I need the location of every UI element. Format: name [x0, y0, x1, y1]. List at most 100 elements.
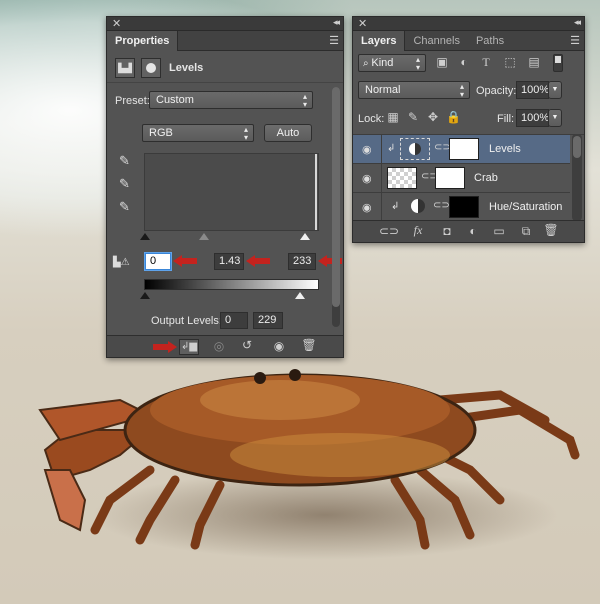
dropdown-arrows-icon: ▴ ▾: [415, 55, 420, 72]
annotation-arrow-icon: [153, 341, 177, 353]
auto-button[interactable]: Auto: [264, 124, 312, 142]
channel-dropdown[interactable]: RGB ▴ ▾: [142, 124, 254, 142]
white-point-eyedropper-icon[interactable]: ✎: [119, 199, 130, 215]
gray-point-eyedropper-icon[interactable]: ✎: [119, 176, 130, 192]
pixel-filter-icon[interactable]: ▣: [433, 55, 451, 69]
tab-channels[interactable]: Channels: [405, 31, 467, 51]
dropdown-arrows-icon: ▴ ▾: [302, 92, 307, 109]
fill-dropdown-button[interactable]: ▼: [548, 109, 562, 127]
properties-bottom-bar: ↲▆ ◎ ↺ ◉ 🗑: [107, 335, 343, 357]
clip-arrow-icon: ↲: [391, 201, 400, 212]
gamma-input-slider[interactable]: [199, 233, 209, 240]
panel-menu-icon[interactable]: ☰: [570, 34, 580, 47]
properties-scrollbar[interactable]: [332, 87, 340, 327]
clip-arrow-icon: ↲: [387, 143, 396, 154]
smart-object-filter-icon[interactable]: ▤: [525, 55, 543, 69]
fill-field[interactable]: 100%: [516, 109, 549, 127]
preset-label: Preset:: [115, 95, 150, 107]
eye-separator: [381, 164, 382, 192]
opacity-field[interactable]: 100%: [516, 81, 549, 99]
filter-toggle-icon[interactable]: [553, 54, 563, 72]
lock-all-icon[interactable]: 🔒: [446, 110, 461, 124]
reset-icon[interactable]: ↺: [237, 338, 257, 352]
levels-adjustment-icon: ▙▟: [115, 58, 135, 78]
adjustment-thumbnail[interactable]: [400, 138, 430, 160]
blend-mode-dropdown[interactable]: Normal ▴ ▾: [358, 81, 470, 99]
lock-position-icon[interactable]: ✥: [426, 110, 440, 124]
channel-value: RGB: [149, 127, 173, 139]
fx-icon[interactable]: fx: [408, 223, 428, 238]
lock-transparent-icon[interactable]: ▦: [386, 110, 400, 124]
layer-row-levels[interactable]: ◉ ↲ ⊂⊃ Levels: [353, 135, 570, 164]
new-adjustment-icon[interactable]: ◐: [463, 224, 483, 238]
tab-properties[interactable]: Properties: [107, 31, 179, 51]
layer-row-crab[interactable]: ◉ ⊂⊃ Crab: [353, 164, 570, 193]
visibility-eye-icon[interactable]: ◉: [362, 143, 372, 156]
opacity-dropdown-button[interactable]: ▼: [548, 81, 562, 99]
trash-icon[interactable]: 🗑: [299, 338, 319, 352]
filter-kind-dropdown[interactable]: ⌕ Kind ▴ ▾: [358, 54, 426, 72]
trash-icon[interactable]: 🗑: [541, 223, 561, 237]
properties-tabs: Properties ☰: [107, 31, 343, 51]
visibility-eye-icon[interactable]: ◉: [362, 201, 372, 214]
close-icon[interactable]: ✕: [358, 17, 367, 30]
eye-separator: [381, 135, 382, 163]
view-previous-state-icon[interactable]: ◎: [209, 339, 229, 353]
layer-mask-thumbnail[interactable]: [435, 167, 465, 189]
visibility-eye-icon[interactable]: ◉: [362, 172, 372, 185]
layers-scrollbar[interactable]: [572, 134, 582, 221]
input-black-field[interactable]: 0: [145, 253, 171, 270]
preset-dropdown[interactable]: Custom ▴ ▾: [149, 91, 313, 109]
layer-mask-thumbnail[interactable]: [449, 138, 479, 160]
link-icon[interactable]: ⊂⊃: [433, 200, 450, 211]
properties-panel: ✕ ◂◂ Properties ☰ ▙▟ Levels Preset: Cust…: [106, 16, 344, 358]
panel-menu-icon[interactable]: ☰: [329, 34, 339, 47]
black-output-slider[interactable]: [140, 292, 150, 299]
histogram: [144, 153, 319, 231]
add-mask-icon[interactable]: ◘: [437, 224, 457, 238]
layer-list: ◉ ↲ ⊂⊃ Levels ◉ ⊂⊃ Crab ◉ ↲ ⊂⊃ Hue/Satur…: [353, 134, 584, 222]
layer-name[interactable]: Hue/Saturation: [489, 201, 562, 213]
output-slider-track[interactable]: [140, 292, 319, 299]
layer-mask-thumbnail[interactable]: [449, 196, 479, 218]
clip-to-layer-icon[interactable]: ↲▆: [179, 339, 199, 355]
black-point-eyedropper-icon[interactable]: ✎: [119, 153, 130, 169]
clipping-warning-icon[interactable]: ▙⚠: [113, 257, 130, 268]
dropdown-arrows-icon: ▴ ▾: [459, 82, 464, 99]
shape-filter-icon[interactable]: ⬚: [501, 55, 519, 69]
black-input-slider[interactable]: [140, 233, 150, 240]
white-output-slider[interactable]: [295, 292, 305, 299]
input-gamma-field[interactable]: 1.43: [214, 253, 244, 270]
layers-scroll-thumb[interactable]: [573, 136, 581, 158]
layer-row-hue-saturation[interactable]: ◉ ↲ ⊂⊃ Hue/Saturation: [353, 193, 570, 222]
collapse-icon[interactable]: ◂◂: [574, 17, 581, 28]
output-white-field[interactable]: 229: [253, 312, 283, 329]
mask-icon[interactable]: [141, 58, 161, 78]
visibility-eye-icon[interactable]: ◉: [269, 339, 289, 353]
tab-layers[interactable]: Layers: [353, 31, 406, 51]
new-group-icon[interactable]: ▭: [489, 224, 509, 238]
adjustment-thumbnail[interactable]: [411, 199, 425, 213]
lock-image-icon[interactable]: ✎: [406, 110, 420, 124]
white-input-slider[interactable]: [300, 233, 310, 240]
new-layer-icon[interactable]: ⧉: [516, 224, 536, 239]
tab-paths[interactable]: Paths: [468, 31, 512, 51]
output-black-field[interactable]: 0: [220, 312, 248, 329]
properties-scroll-thumb[interactable]: [332, 87, 340, 307]
fill-label: Fill:: [497, 113, 515, 125]
dropdown-arrows-icon: ▴ ▾: [243, 125, 248, 142]
layers-titlebar: ✕ ◂◂: [353, 17, 584, 31]
layer-name[interactable]: Levels: [489, 143, 521, 155]
layer-thumbnail[interactable]: [387, 167, 417, 189]
input-slider-track[interactable]: [140, 233, 319, 240]
layer-name[interactable]: Crab: [474, 172, 498, 184]
input-white-field[interactable]: 233: [288, 253, 316, 270]
annotation-arrow-icon: [173, 255, 197, 267]
close-icon[interactable]: ✕: [112, 17, 121, 30]
annotation-arrow-icon: [246, 255, 270, 267]
adjustment-filter-icon[interactable]: ◐: [455, 55, 473, 69]
properties-titlebar: ✕ ◂◂: [107, 17, 343, 31]
type-filter-icon[interactable]: T: [477, 55, 495, 70]
link-layers-icon[interactable]: ⊂⊃: [379, 224, 399, 238]
collapse-icon[interactable]: ◂◂: [333, 17, 340, 28]
